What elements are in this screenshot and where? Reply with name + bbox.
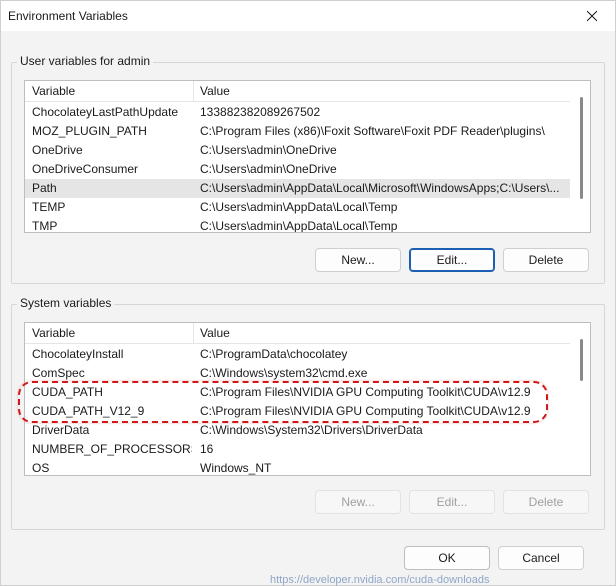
list-item[interactable]: MOZ_PLUGIN_PATH C:\Program Files (x86)\F… (25, 122, 570, 141)
variable-name: ChocolateyInstall (32, 347, 124, 361)
variable-name: OS (32, 461, 50, 475)
variable-value: C:\Program Files\NVIDIA GPU Computing To… (200, 385, 531, 399)
system-list-scrollbar[interactable] (572, 323, 590, 475)
variable-value: C:\ProgramData\chocolatey (200, 347, 348, 361)
list-item-selected[interactable]: Path C:\Users\admin\AppData\Local\Micros… (25, 179, 570, 198)
variable-value: C:\Users\admin\OneDrive (200, 143, 337, 157)
variable-name: Path (32, 181, 57, 195)
user-variables-label: User variables for admin (17, 54, 154, 68)
system-list-header: Variable Value (25, 323, 570, 344)
column-header-variable[interactable]: Variable (25, 323, 75, 344)
cancel-button[interactable]: Cancel (498, 546, 584, 570)
variable-value: C:\Users\admin\OneDrive (200, 162, 337, 176)
variable-name: OneDriveConsumer (32, 162, 139, 176)
variable-name: CUDA_PATH_V12_9 (32, 404, 145, 418)
list-item[interactable]: OneDrive C:\Users\admin\OneDrive (25, 141, 570, 160)
variable-name: ChocolateyLastPathUpdate (32, 105, 179, 119)
user-list-scrollbar[interactable] (572, 81, 590, 232)
variable-name: TMP (32, 219, 58, 233)
background-page-text: https://developer.nvidia.com/cuda-downlo… (270, 574, 490, 586)
list-item[interactable]: ComSpec C:\Windows\system32\cmd.exe (25, 364, 570, 383)
user-list-header: Variable Value (25, 81, 570, 102)
column-header-variable[interactable]: Variable (25, 81, 75, 102)
system-variables-label: System variables (17, 296, 115, 310)
column-header-value[interactable]: Value (193, 81, 230, 102)
window-title: Environment Variables (8, 9, 128, 23)
user-list-rows: ChocolateyLastPathUpdate 133882382089267… (25, 103, 570, 233)
system-new-button[interactable]: New... (315, 490, 401, 514)
variable-value: Windows_NT (200, 461, 272, 475)
variable-value: C:\Users\admin\AppData\Local\Microsoft\W… (200, 181, 560, 195)
list-item[interactable]: OneDriveConsumer C:\Users\admin\OneDrive (25, 160, 570, 179)
variable-value: C:\Windows\System32\Drivers\DriverData (200, 423, 423, 437)
list-item[interactable]: DriverData C:\Windows\System32\Drivers\D… (25, 421, 570, 440)
system-list-rows: ChocolateyInstall C:\ProgramData\chocola… (25, 345, 570, 475)
variable-value: C:\Program Files\NVIDIA GPU Computing To… (200, 404, 531, 418)
scrollbar-thumb[interactable] (580, 97, 583, 199)
title-bar: Environment Variables (1, 1, 615, 31)
list-item[interactable]: TEMP C:\Users\admin\AppData\Local\Temp (25, 198, 570, 217)
list-item[interactable]: ChocolateyLastPathUpdate 133882382089267… (25, 103, 570, 122)
variable-name: CUDA_PATH (32, 385, 103, 399)
variable-name: DriverData (32, 423, 90, 437)
variable-value: 16 (200, 442, 214, 456)
variable-value: C:\Windows\system32\cmd.exe (200, 366, 368, 380)
system-variables-list[interactable]: Variable Value ChocolateyInstall C:\Prog… (24, 322, 591, 476)
scrollbar-thumb[interactable] (580, 339, 583, 381)
environment-variables-dialog: Environment Variables User variables for… (0, 0, 616, 586)
user-edit-button[interactable]: Edit... (409, 248, 495, 272)
variable-name: MOZ_PLUGIN_PATH (32, 124, 147, 138)
variable-value: C:\Users\admin\AppData\Local\Temp (200, 200, 398, 214)
variable-name: OneDrive (32, 143, 83, 157)
variable-value: C:\Users\admin\AppData\Local\Temp (200, 219, 398, 233)
variable-name: ComSpec (32, 366, 85, 380)
column-header-value[interactable]: Value (193, 323, 230, 344)
variable-value: C:\Program Files (x86)\Foxit Software\Fo… (200, 124, 545, 138)
user-new-button[interactable]: New... (315, 248, 401, 272)
variable-value: 133882382089267502 (200, 105, 321, 119)
list-item[interactable]: ChocolateyInstall C:\ProgramData\chocola… (25, 345, 570, 364)
list-item[interactable]: NUMBER_OF_PROCESSORS 16 (25, 440, 570, 459)
ok-button[interactable]: OK (404, 546, 490, 570)
system-delete-button[interactable]: Delete (503, 490, 589, 514)
close-button[interactable] (569, 1, 615, 31)
user-delete-button[interactable]: Delete (503, 248, 589, 272)
list-item[interactable]: TMP C:\Users\admin\AppData\Local\Temp (25, 217, 570, 233)
list-item[interactable]: CUDA_PATH_V12_9 C:\Program Files\NVIDIA … (25, 402, 570, 421)
close-icon (587, 11, 597, 21)
variable-name: TEMP (32, 200, 66, 214)
user-variables-list[interactable]: Variable Value ChocolateyLastPathUpdate … (24, 80, 591, 233)
list-item[interactable]: OS Windows_NT (25, 459, 570, 475)
list-item[interactable]: CUDA_PATH C:\Program Files\NVIDIA GPU Co… (25, 383, 570, 402)
system-edit-button[interactable]: Edit... (409, 490, 495, 514)
variable-name: NUMBER_OF_PROCESSORS (32, 442, 192, 456)
